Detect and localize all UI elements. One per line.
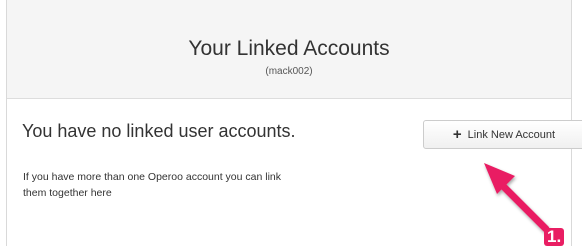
annotation-step-label: 1.: [544, 228, 565, 246]
annotation-arrow: [484, 163, 550, 233]
